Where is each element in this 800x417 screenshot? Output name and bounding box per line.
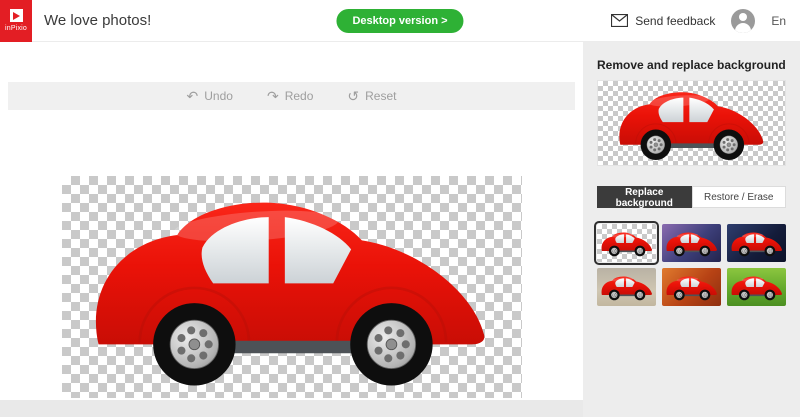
panel-title: Remove and replace background	[597, 58, 786, 72]
logo-icon	[10, 9, 23, 22]
car-image	[77, 183, 507, 391]
editor-area: ↶ Undo ↷ Redo ↺ Reset	[0, 42, 583, 400]
send-feedback-button[interactable]: Send feedback	[611, 14, 715, 28]
tab-restore-erase[interactable]: Restore / Erase	[692, 186, 787, 208]
undo-button[interactable]: ↶ Undo	[187, 89, 233, 103]
page-title: We love photos!	[44, 12, 151, 29]
bg-thumb-purple-night[interactable]	[662, 224, 721, 262]
redo-icon: ↷	[267, 89, 279, 103]
background-thumbnails	[597, 224, 786, 306]
mode-tabs: Replace background Restore / Erase	[597, 186, 786, 208]
car-thumb-image	[664, 274, 720, 301]
bg-thumb-green-grass[interactable]	[727, 268, 786, 306]
inpixio-logo[interactable]: inPixio	[0, 0, 32, 42]
send-feedback-label: Send feedback	[635, 14, 715, 28]
edit-toolbar: ↶ Undo ↷ Redo ↺ Reset	[8, 82, 575, 110]
desktop-version-button[interactable]: Desktop version >	[336, 9, 463, 33]
car-thumb-image	[729, 274, 785, 301]
background-panel: Remove and replace background Replace ba…	[583, 42, 800, 417]
language-selector[interactable]: En	[771, 14, 786, 28]
reset-icon: ↺	[347, 89, 359, 103]
bg-thumb-transparent[interactable]	[597, 224, 656, 262]
app-header: inPixio We love photos! Desktop version …	[0, 0, 800, 42]
header-right-group: Send feedback En	[611, 9, 786, 33]
result-preview	[597, 80, 786, 166]
bg-thumb-autumn-leaves[interactable]	[662, 268, 721, 306]
image-canvas[interactable]	[62, 176, 522, 398]
tab-replace-background[interactable]: Replace background	[597, 186, 692, 208]
car-preview-image	[612, 85, 772, 162]
reset-button[interactable]: ↺ Reset	[347, 89, 396, 103]
envelope-icon	[611, 14, 628, 27]
bg-thumb-beach-sand[interactable]	[597, 268, 656, 306]
car-thumb-image	[599, 274, 655, 301]
logo-label: inPixio	[5, 25, 27, 32]
undo-icon: ↶	[187, 89, 199, 103]
user-avatar-icon[interactable]	[731, 9, 755, 33]
car-thumb-image	[599, 230, 655, 257]
car-thumb-image	[664, 230, 720, 257]
bg-thumb-dark-navy[interactable]	[727, 224, 786, 262]
car-thumb-image	[729, 230, 785, 257]
redo-button[interactable]: ↷ Redo	[267, 89, 313, 103]
